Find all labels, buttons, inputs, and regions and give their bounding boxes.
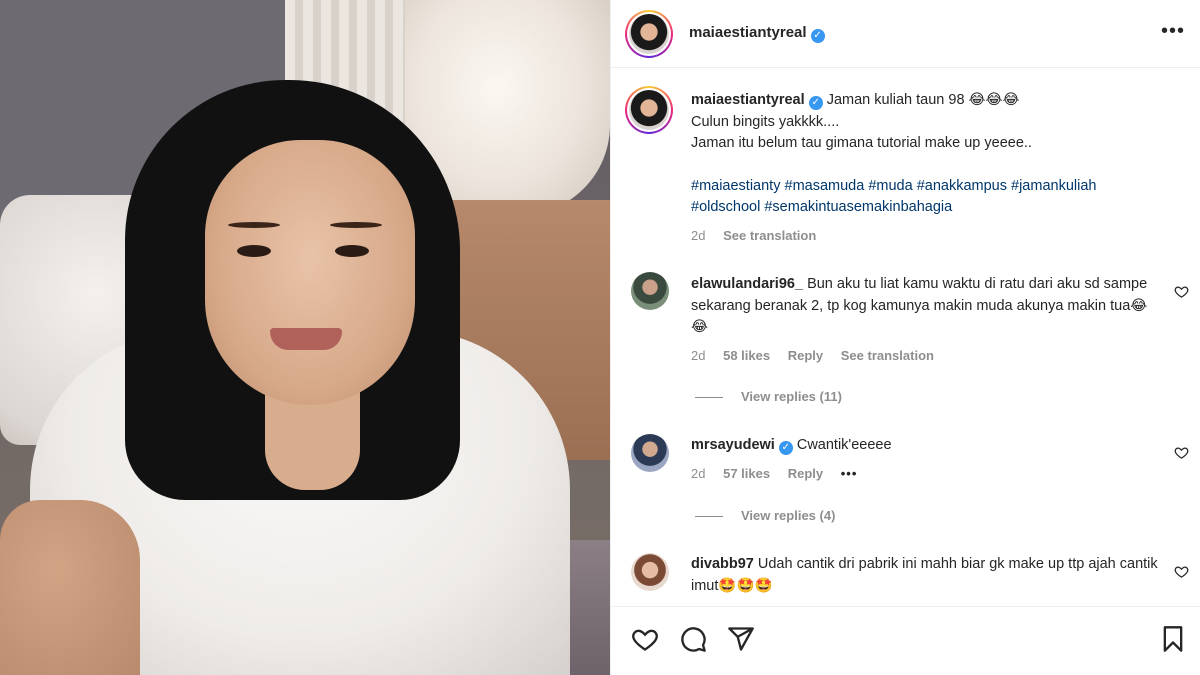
share-icon[interactable] [727, 625, 755, 653]
comment-time: 2d [691, 465, 706, 481]
hashtag-link[interactable]: #oldschool [691, 199, 760, 215]
photo-eyebrow-left [228, 222, 280, 228]
hashtags-row-1: #maiaestianty #masamuda #muda #anakkampu… [691, 176, 1171, 198]
hashtag-link[interactable]: #muda [868, 178, 912, 194]
commenter-username[interactable]: mrsayudewi [691, 437, 775, 453]
commenter-username[interactable]: elawulandari96_ [691, 276, 803, 292]
verified-badge-icon: ✓ [778, 441, 793, 455]
author-username[interactable]: maiaestiantyreal ✓ [689, 24, 825, 43]
see-translation-link[interactable]: See translation [841, 348, 934, 363]
comment-options-icon[interactable]: ••• [841, 466, 858, 481]
bookmark-icon[interactable] [1159, 625, 1187, 653]
comment-likes[interactable]: 58 likes [723, 348, 770, 363]
comment-heart-icon[interactable] [1174, 564, 1189, 579]
see-translation-link[interactable]: See translation [723, 228, 816, 243]
comment-text: Cwantik'eeeee [796, 437, 892, 453]
photo-eye-left [237, 245, 271, 257]
photo-arm [0, 500, 140, 675]
view-replies-button[interactable]: View replies (4) [695, 508, 835, 523]
hashtag-link[interactable]: #masamuda [785, 178, 865, 194]
commenter-avatar[interactable] [631, 272, 669, 310]
commenter-avatar[interactable] [631, 434, 669, 472]
comment-time: 2d [691, 347, 706, 363]
comment-heart-icon[interactable] [1174, 284, 1189, 299]
photo-eyebrow-right [330, 222, 382, 228]
caption-text-3: Jaman itu belum tau gimana tutorial make… [691, 135, 1032, 151]
post-header: maiaestiantyreal ✓ ••• [611, 0, 1200, 68]
hashtag-link[interactable]: #maiaestianty [691, 178, 780, 194]
caption-username[interactable]: maiaestiantyreal [691, 92, 805, 108]
commenter-avatar[interactable] [631, 553, 669, 591]
comment-meta: 2d 57 likes Reply ••• [691, 463, 1161, 485]
more-options-icon[interactable]: ••• [1161, 20, 1185, 43]
photo-eye-right [335, 245, 369, 257]
photo-smile [270, 328, 342, 350]
caption-meta: 2d See translation [691, 225, 1171, 247]
caption-time: 2d [691, 227, 706, 243]
post-photo[interactable] [0, 0, 610, 675]
comment-text: Udah cantik dri pabrik ini mahh biar gk … [691, 556, 1158, 594]
hashtags-row-2: #oldschool #semakintuasemakinbahagia [691, 197, 1171, 219]
commenter-username[interactable]: divabb97 [691, 556, 754, 572]
reply-button[interactable]: Reply [788, 348, 823, 363]
reply-button[interactable]: Reply [788, 466, 823, 481]
comment-icon[interactable] [679, 625, 707, 653]
author-avatar[interactable] [625, 10, 673, 58]
verified-badge-icon: ✓ [808, 96, 823, 110]
comment-heart-icon[interactable] [1174, 445, 1189, 460]
comment-likes[interactable]: 57 likes [723, 466, 770, 481]
post-action-bar [611, 606, 1200, 675]
caption-line-1: maiaestiantyreal ✓ Jaman kuliah taun 98 😂… [691, 90, 1171, 112]
photo-face [205, 140, 415, 405]
heart-icon[interactable] [631, 625, 659, 653]
hashtag-link[interactable]: #semakintuasemakinbahagia [764, 199, 952, 215]
hashtag-link[interactable]: #jamankuliah [1011, 178, 1096, 194]
caption-text-1: Jaman kuliah taun 98 😂😂😂 [826, 92, 1020, 108]
view-replies-button[interactable]: View replies (11) [695, 389, 842, 404]
post-side-panel: maiaestiantyreal ✓ ••• maiaestiantyreal ✓ … [610, 0, 1200, 675]
verified-badge-icon: ✓ [810, 29, 825, 43]
caption-avatar[interactable] [625, 86, 673, 134]
caption-text-2: Culun bingits yakkkk.... [691, 113, 840, 130]
comment-meta: 2d 58 likes Reply See translation [691, 345, 1161, 367]
hashtag-link[interactable]: #anakkampus [917, 178, 1007, 194]
